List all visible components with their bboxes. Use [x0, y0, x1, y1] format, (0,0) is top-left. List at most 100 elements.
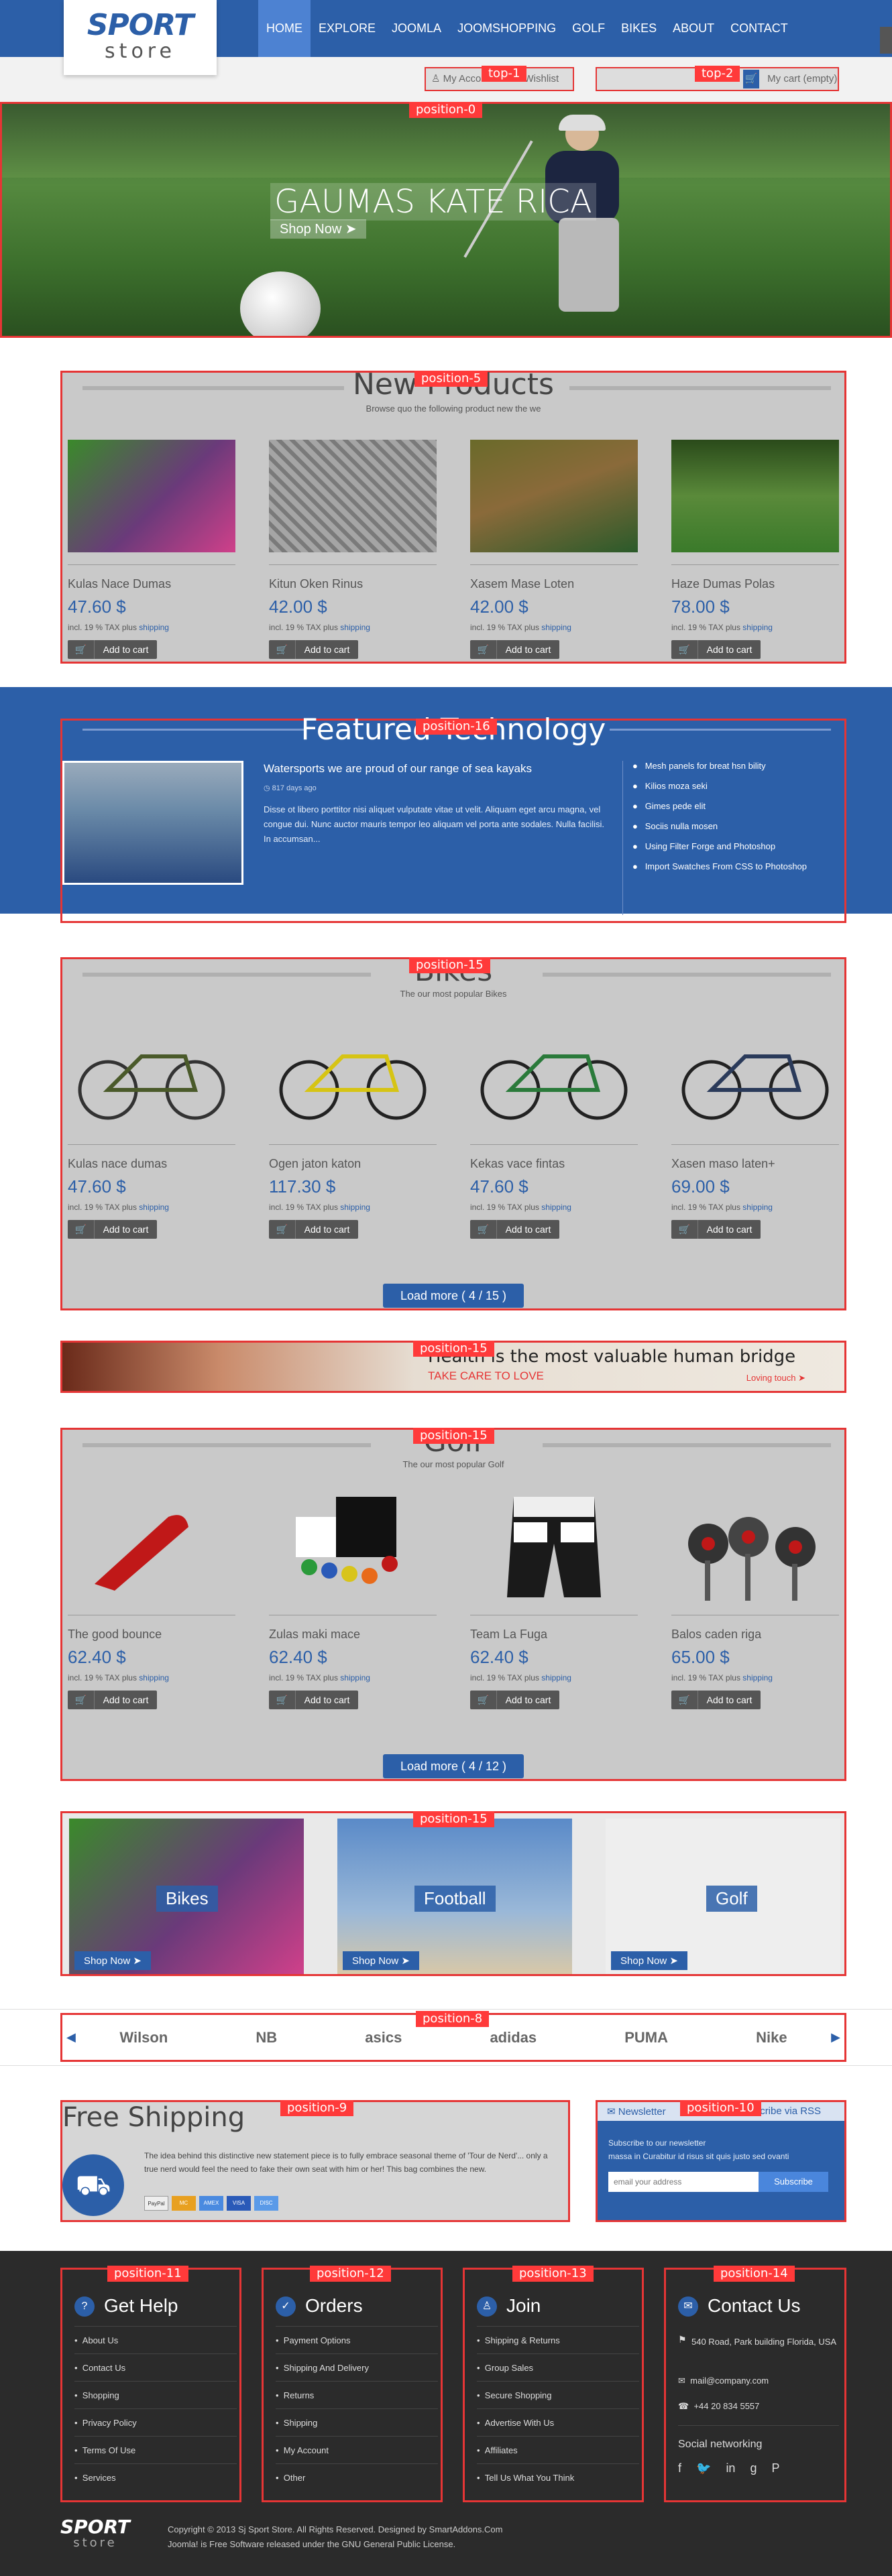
category-card-golf[interactable]: Golf Shop Now ➤ [606, 1819, 840, 1974]
footer-link[interactable]: • Terms Of Use [74, 2436, 237, 2463]
product-name[interactable]: Zulas maki mace [269, 1628, 437, 1642]
product-image[interactable] [269, 1020, 437, 1132]
linkedin-icon[interactable]: in [726, 2461, 735, 2475]
account-link[interactable]: My Acco [443, 73, 482, 84]
logo[interactable]: SPORT store [64, 0, 217, 75]
brand-logo[interactable]: Nike [756, 2029, 787, 2046]
wishlist-link[interactable]: Wishlist [524, 73, 559, 84]
pinterest-icon[interactable]: P [771, 2461, 779, 2475]
product-name[interactable]: Kulas nace dumas [68, 1157, 235, 1171]
footer-logo[interactable]: SPORT store [60, 2518, 130, 2550]
product-name[interactable]: Ogen jaton katon [269, 1157, 437, 1171]
email-field[interactable] [608, 2172, 759, 2192]
footer-link[interactable]: • Shipping [276, 2408, 438, 2436]
list-item[interactable]: ● Import Swatches From CSS to Photoshop [632, 861, 834, 881]
next-arrow-icon[interactable]: ▶ [831, 2030, 840, 2044]
footer-link[interactable]: • About Us [74, 2326, 237, 2353]
footer-link[interactable]: • Privacy Policy [74, 2408, 237, 2436]
banner-shop-now[interactable]: Shop Now ➤ [270, 219, 366, 239]
product-image[interactable] [68, 1490, 235, 1603]
nav-joomshopping[interactable]: JOOMSHOPPING [449, 0, 564, 57]
product-image[interactable] [671, 1020, 839, 1132]
add-to-cart-button[interactable]: 🛒 Add to cart [68, 1220, 157, 1239]
footer-link[interactable]: • Other [276, 2463, 438, 2491]
shipping-link[interactable]: shipping [139, 1203, 169, 1212]
nav-contact[interactable]: CONTACT [722, 0, 796, 57]
brand-logo[interactable]: PUMA [624, 2029, 668, 2046]
product-name[interactable]: Team La Fuga [470, 1628, 638, 1642]
shipping-link[interactable]: shipping [742, 1673, 773, 1682]
add-to-cart-button[interactable]: 🛒 Add to cart [671, 1691, 761, 1709]
add-to-cart-button[interactable]: 🛒 Add to cart [269, 1220, 358, 1239]
shop-now-button[interactable]: Shop Now ➤ [74, 1951, 151, 1970]
side-toggle[interactable] [880, 27, 892, 54]
footer-link[interactable]: • Advertise With Us [477, 2408, 639, 2436]
footer-link[interactable]: • Contact Us [74, 2353, 237, 2381]
product-name[interactable]: The good bounce [68, 1628, 235, 1642]
product-image[interactable] [470, 440, 638, 552]
footer-link[interactable]: • Tell Us What You Think [477, 2463, 639, 2491]
shipping-link[interactable]: shipping [340, 623, 370, 632]
shipping-link[interactable]: shipping [541, 1673, 571, 1682]
add-to-cart-button[interactable]: 🛒 Add to cart [470, 1220, 559, 1239]
nav-home[interactable]: HOME [258, 0, 311, 57]
shipping-link[interactable]: shipping [139, 1673, 169, 1682]
product-name[interactable]: Xasem Mase Loten [470, 577, 638, 591]
load-more-button[interactable]: Load more ( 4 / 12 ) [383, 1754, 524, 1778]
nav-bikes[interactable]: BIKES [613, 0, 665, 57]
category-card-football[interactable]: Football Shop Now ➤ [337, 1819, 572, 1974]
category-card-bikes[interactable]: Bikes Shop Now ➤ [69, 1819, 304, 1974]
nav-golf[interactable]: GOLF [564, 0, 613, 57]
add-to-cart-button[interactable]: 🛒 Add to cart [671, 1220, 761, 1239]
googleplus-icon[interactable]: g [750, 2461, 757, 2475]
list-item[interactable]: ● Mesh panels for breat hsn bility [632, 761, 834, 781]
brand-logo[interactable]: adidas [490, 2029, 537, 2046]
footer-link[interactable]: • Shipping And Delivery [276, 2353, 438, 2381]
footer-link[interactable]: • Shipping & Returns [477, 2326, 639, 2353]
load-more-button[interactable]: Load more ( 4 / 15 ) [383, 1284, 524, 1308]
product-name[interactable]: Haze Dumas Polas [671, 577, 839, 591]
shipping-link[interactable]: shipping [340, 1673, 370, 1682]
add-to-cart-button[interactable]: 🛒 Add to cart [470, 1691, 559, 1709]
cart-link[interactable]: My cart (empty) [767, 73, 837, 84]
footer-link[interactable]: • Secure Shopping [477, 2381, 639, 2408]
product-image[interactable] [470, 1490, 638, 1603]
shipping-link[interactable]: shipping [541, 623, 571, 632]
list-item[interactable]: ● Kilios moza seki [632, 781, 834, 801]
brand-logo[interactable]: NB [256, 2029, 277, 2046]
product-name[interactable]: Kitun Oken Rinus [269, 577, 437, 591]
add-to-cart-button[interactable]: 🛒 Add to cart [671, 640, 761, 659]
contact-email[interactable]: ✉ mail@company.com [678, 2376, 769, 2386]
product-image[interactable] [269, 1490, 437, 1603]
add-to-cart-button[interactable]: 🛒 Add to cart [269, 640, 358, 659]
footer-link[interactable]: • Services [74, 2463, 237, 2491]
shop-now-button[interactable]: Shop Now ➤ [343, 1951, 419, 1970]
shipping-link[interactable]: shipping [541, 1203, 571, 1212]
footer-link[interactable]: • My Account [276, 2436, 438, 2463]
featured-article-title[interactable]: Watersports we are proud of our range of… [264, 762, 599, 776]
add-to-cart-button[interactable]: 🛒 Add to cart [269, 1691, 358, 1709]
nav-explore[interactable]: EXPLORE [311, 0, 384, 57]
shipping-link[interactable]: shipping [742, 623, 773, 632]
list-item[interactable]: ● Gimes pede elit [632, 801, 834, 821]
footer-link[interactable]: • Returns [276, 2381, 438, 2408]
loving-touch-link[interactable]: Loving touch ➤ [746, 1373, 805, 1384]
add-to-cart-button[interactable]: 🛒 Add to cart [68, 1691, 157, 1709]
footer-link[interactable]: • Affiliates [477, 2436, 639, 2463]
list-item[interactable]: ● Using Filter Forge and Photoshop [632, 841, 834, 861]
footer-link[interactable]: • Shopping [74, 2381, 237, 2408]
list-item[interactable]: ● Sociis nulla mosen [632, 821, 834, 841]
shipping-link[interactable]: shipping [340, 1203, 370, 1212]
add-to-cart-button[interactable]: 🛒 Add to cart [470, 640, 559, 659]
product-name[interactable]: Balos caden riga [671, 1628, 839, 1642]
product-name[interactable]: Xasen maso laten+ [671, 1157, 839, 1171]
brand-logo[interactable]: Wilson [119, 2029, 168, 2046]
footer-link[interactable]: • Group Sales [477, 2353, 639, 2381]
product-image[interactable] [269, 440, 437, 552]
product-image[interactable] [68, 1020, 235, 1132]
nav-joomla[interactable]: JOOMLA [384, 0, 449, 57]
add-to-cart-button[interactable]: 🛒 Add to cart [68, 640, 157, 659]
product-name[interactable]: Kulas Nace Dumas [68, 577, 235, 591]
cart-icon[interactable]: 🛒 [743, 70, 759, 89]
facebook-icon[interactable]: f [678, 2461, 681, 2475]
